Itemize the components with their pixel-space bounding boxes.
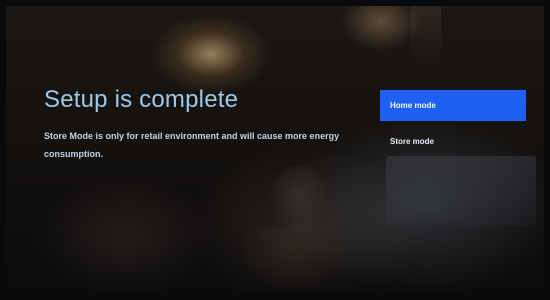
tv-frame: Setup is complete Store Mode is only for… <box>0 0 550 300</box>
screen-reflection <box>411 6 441 66</box>
home-mode-button[interactable]: Home mode <box>380 90 526 121</box>
store-mode-button[interactable]: Store mode <box>380 126 526 157</box>
screen-reflection <box>386 156 536 226</box>
mode-options: Home mode Store mode <box>380 90 526 157</box>
setup-title: Setup is complete <box>44 86 239 113</box>
screen-reflection <box>238 226 348 292</box>
setup-description: Store Mode is only for retail environmen… <box>44 131 340 159</box>
tv-screen: Setup is complete Store Mode is only for… <box>6 6 544 292</box>
